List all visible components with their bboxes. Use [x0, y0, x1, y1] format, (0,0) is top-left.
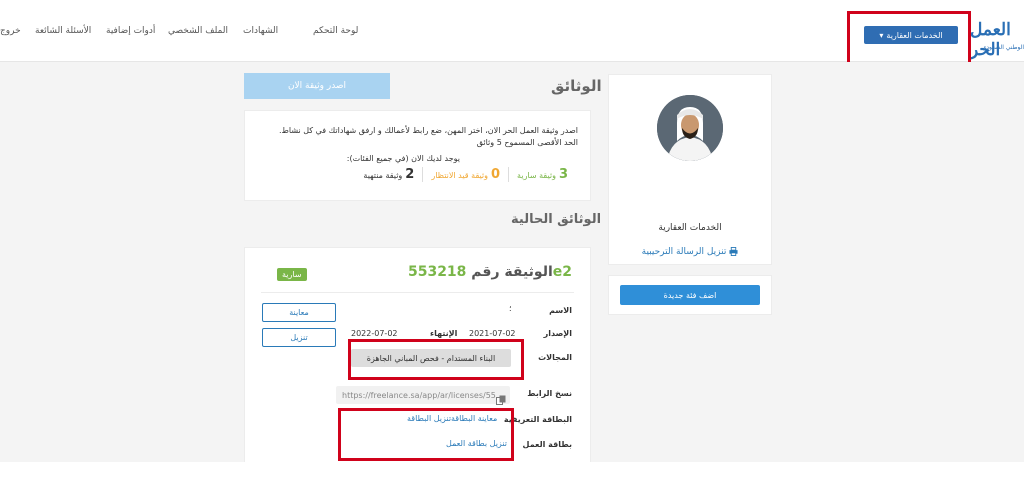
status-badge: سارية: [277, 268, 307, 281]
preview-button[interactable]: معاينة: [262, 303, 336, 322]
stat-expired-label: وثيقة منتهية: [363, 171, 403, 180]
nav-faq[interactable]: الأسئلة الشائعة: [35, 26, 91, 36]
stat-expired: 2 وثيقة منتهية: [355, 167, 424, 182]
fields-label: المجالات: [538, 353, 572, 362]
download-button[interactable]: تنزيل: [262, 328, 336, 347]
current-documents-heading: الوثائق الحالية: [511, 212, 602, 227]
logo-text: العمل الحر: [970, 20, 1012, 60]
profile-card: الخدمات العقارية تنزيل الرسالة الترحيبية: [608, 74, 772, 265]
divider: [261, 292, 574, 293]
work-card-label: بطاقة العمل: [522, 440, 572, 449]
expiry-date-label: الإنتهاء: [430, 329, 458, 338]
stat-pending-count: 0: [491, 167, 501, 182]
document-stats: 3 وثيقة سارية 0 وثيقة قيد الانتظار 2 وثي…: [355, 167, 576, 182]
stat-active-count: 3: [558, 167, 568, 182]
stat-active-label: وثيقة سارية: [517, 171, 556, 180]
download-welcome-letter-link[interactable]: تنزيل الرسالة الترحيبية: [609, 247, 771, 259]
add-category-card: اضف فئة جديدة: [608, 275, 772, 315]
info-line-1: اصدر وثيقة العمل الحر الان، اختر المهن، …: [278, 126, 578, 135]
main-content: الخدمات العقارية تنزيل الرسالة الترحيبية…: [0, 62, 1024, 462]
name-value: ؛: [509, 304, 512, 313]
issue-date-value: 2021-07-02: [469, 329, 516, 338]
printer-icon: [729, 247, 738, 259]
avatar: [657, 95, 723, 161]
nav-certificates[interactable]: الشهادات: [243, 26, 278, 36]
profile-name: الخدمات العقارية: [658, 223, 722, 233]
documents-info-text: اصدر وثيقة العمل الحر الان، اختر المهن، …: [253, 125, 578, 149]
highlight-box-cards: [338, 408, 514, 461]
certificate-title-prefix: الوثيقة رقم: [471, 264, 553, 280]
copy-link-label: نسخ الرابط: [527, 389, 572, 398]
expiry-date-value: 2022-07-02: [351, 329, 398, 338]
nav-profile[interactable]: الملف الشخصي: [168, 26, 228, 36]
copy-icon[interactable]: [496, 390, 506, 405]
highlight-box-fields: [348, 339, 524, 380]
download-letter-label: تنزيل الرسالة الترحيبية: [641, 247, 727, 257]
info-line-2: الحد الأقصى المسموح 5 وثائق: [476, 138, 578, 147]
stat-expired-count: 2: [405, 167, 415, 182]
current-count-label: يوجد لديك الان (في جميع الفئات):: [346, 154, 460, 163]
highlight-box-services: [847, 11, 971, 68]
stat-pending-label: وثيقة قيد الانتظار: [431, 171, 488, 180]
stat-active: 3 وثيقة سارية: [509, 167, 576, 182]
certificate-title: الوثيقة رقم 553218e2: [408, 264, 572, 280]
freelance-logo[interactable]: العمل الحر الوطني السعودي: [970, 20, 1024, 60]
issue-date-label: الإصدار: [543, 329, 572, 338]
logo-subtext: الوطني السعودي: [981, 44, 1024, 51]
nav-dashboard[interactable]: لوحة التحكم: [313, 26, 358, 36]
add-category-button[interactable]: اضف فئة جديدة: [620, 285, 760, 305]
name-label: الاسم: [549, 306, 572, 315]
id-card-label: البطاقة التعريفية: [503, 415, 572, 424]
nav-logout[interactable]: خروج: [0, 26, 21, 36]
stat-pending: 0 وثيقة قيد الانتظار: [423, 167, 510, 182]
documents-heading: الوثائق: [551, 77, 602, 95]
nav-extra-tools[interactable]: أدوات إضافية: [106, 26, 155, 36]
documents-info-card: اصدر وثيقة العمل الحر الان، اختر المهن، …: [244, 110, 591, 201]
issue-document-button[interactable]: اصدر وثيقة الان: [244, 73, 390, 99]
license-link-field[interactable]: https://freelance.sa/app/ar/licenses/55.…: [336, 386, 510, 404]
